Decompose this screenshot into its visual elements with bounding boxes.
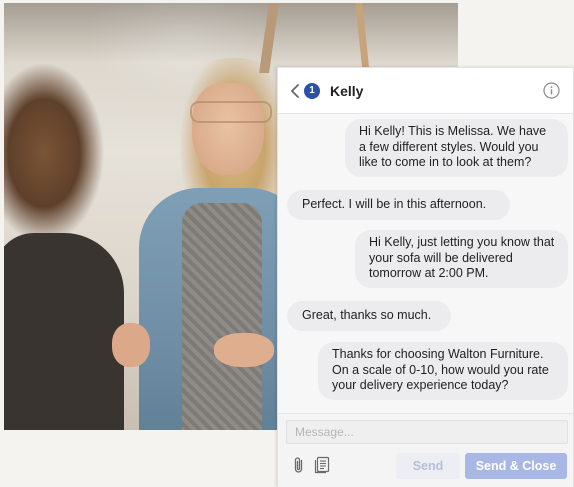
- message-text: Great, thanks so much.: [302, 308, 432, 322]
- info-icon: [543, 82, 560, 99]
- incoming-message: Great, thanks so much.: [287, 301, 451, 331]
- send-button[interactable]: Send: [396, 453, 460, 479]
- chat-header: 1 Kelly: [278, 68, 573, 114]
- chevron-left-icon: [291, 83, 299, 98]
- woman-sweater: [182, 203, 262, 430]
- message-text: Thanks for choosing Walton Furniture. On…: [332, 347, 549, 392]
- message-text: Perfect. I will be in this afternoon.: [302, 197, 487, 211]
- outgoing-message: Hi Kelly, just letting you know that you…: [355, 230, 568, 288]
- foreground-person-body: [4, 233, 124, 430]
- woman-hands: [214, 333, 274, 367]
- back-button[interactable]: [288, 81, 302, 101]
- chat-panel: 1 Kelly Hi Kelly! This is Melissa. We ha…: [277, 67, 574, 487]
- outgoing-message: Thanks for choosing Walton Furniture. On…: [318, 342, 568, 400]
- info-button[interactable]: [543, 82, 560, 99]
- ceiling-shadow: [4, 3, 458, 63]
- template-icon: [314, 456, 330, 474]
- incoming-message: Perfect. I will be in this afternoon.: [287, 190, 510, 220]
- send-and-close-button[interactable]: Send & Close: [465, 453, 567, 479]
- paperclip-icon: [294, 457, 303, 473]
- composer: Send Send & Close: [278, 413, 573, 487]
- attach-button[interactable]: [292, 456, 308, 474]
- unread-count-badge: 1: [304, 82, 320, 99]
- message-text: Hi Kelly! This is Melissa. We have a few…: [359, 124, 547, 169]
- foreground-hand: [112, 323, 150, 367]
- woman-glasses: [190, 101, 272, 123]
- contact-name: Kelly: [330, 82, 364, 99]
- message-input[interactable]: [286, 420, 568, 444]
- message-text: Hi Kelly, just letting you know that you…: [369, 235, 555, 280]
- message-thread: Hi Kelly! This is Melissa. We have a few…: [278, 114, 573, 414]
- woman-face: [192, 83, 264, 175]
- template-button[interactable]: [314, 456, 330, 474]
- outgoing-message: Hi Kelly! This is Melissa. We have a few…: [345, 119, 568, 177]
